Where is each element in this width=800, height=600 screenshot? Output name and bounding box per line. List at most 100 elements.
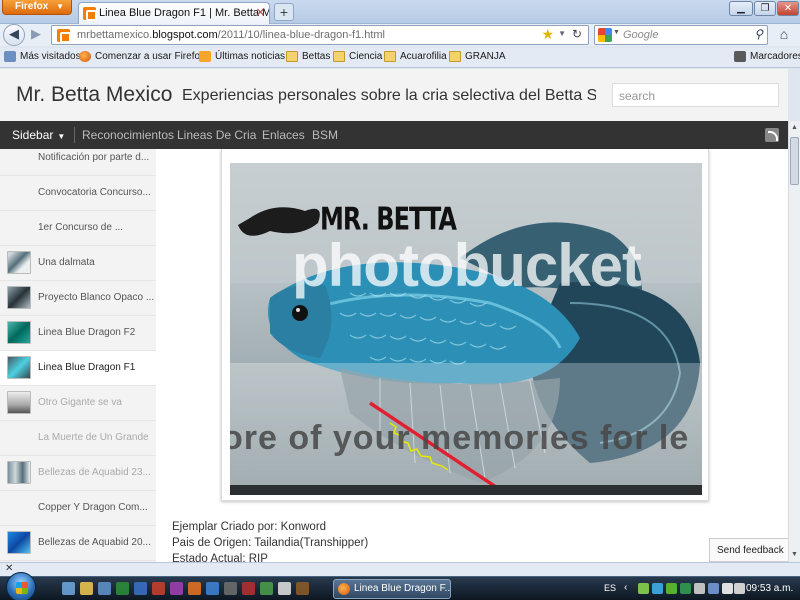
onenote-icon[interactable] — [170, 582, 183, 595]
betta-fish-photo[interactable]: MR. BETTA photobucket ore of your memori… — [230, 163, 702, 495]
sidebar-toggle-button[interactable]: Sidebar ▼ — [12, 128, 65, 142]
list-item[interactable]: Una dalmata — [0, 246, 156, 281]
security-icon[interactable] — [666, 583, 677, 594]
app-tray-icon[interactable] — [708, 583, 719, 594]
bookmarks-menu-icon — [734, 51, 746, 62]
start-button[interactable] — [6, 572, 36, 600]
browser-titlebar: Firefox ▼ Linea Blue Dragon F1 | Mr. Bet… — [0, 0, 800, 24]
bookmark-star-icon[interactable]: ★ — [541, 26, 554, 43]
bookmark-ciencia[interactable]: Ciencia — [333, 51, 382, 62]
back-button[interactable]: ◀ — [3, 24, 25, 46]
scroll-thumb[interactable] — [790, 137, 799, 185]
media-icon[interactable] — [98, 582, 111, 595]
language-indicator[interactable]: ES — [604, 583, 616, 593]
scroll-down-arrow-icon[interactable]: ▼ — [789, 548, 800, 562]
post-body-text: Ejemplar Criado por: Konword Pais de Ori… — [172, 519, 368, 562]
post-thumbnail — [7, 531, 31, 554]
bookmark-comenzar-firefox[interactable]: Comenzar a usar Firefox — [79, 51, 205, 62]
page-viewport: Mr. Betta Mexico Experiencias personales… — [0, 69, 788, 562]
search-magnifier-icon[interactable]: ⚲ — [754, 27, 763, 41]
list-item[interactable]: 1er Concurso de ... — [0, 211, 156, 246]
network-icon[interactable] — [638, 583, 649, 594]
volume-icon[interactable] — [734, 583, 745, 594]
folder-icon — [333, 51, 345, 62]
address-bar[interactable]: mrbettamexico.blogspot.com/2011/10/linea… — [51, 25, 589, 45]
excel-icon[interactable] — [116, 582, 129, 595]
close-icon[interactable]: ✕ — [5, 563, 13, 574]
connection-icon[interactable] — [722, 583, 733, 594]
antivirus-icon[interactable] — [652, 583, 663, 594]
folder-icon — [449, 51, 461, 62]
url-domain: blogspot.com — [152, 29, 218, 41]
reload-icon[interactable]: ↻ — [572, 27, 582, 41]
list-item[interactable]: La Muerte de Un Grande — [0, 421, 156, 456]
list-item[interactable]: Convocatoria Concurso... — [0, 176, 156, 211]
app-icon[interactable] — [296, 582, 309, 595]
send-feedback-button[interactable]: Send feedback — [709, 538, 789, 562]
nav-link-enlaces[interactable]: Enlaces — [262, 128, 305, 142]
rss-feed-icon[interactable] — [765, 128, 779, 142]
list-item[interactable]: Proyecto Blanco Opaco ... — [0, 281, 156, 316]
window-close-button[interactable]: ✕ — [777, 1, 799, 16]
window-minimize-button[interactable]: ▁ — [729, 1, 753, 16]
window-maximize-button[interactable]: ❐ — [754, 1, 776, 16]
list-item-selected[interactable]: Linea Blue Dragon F1 — [0, 351, 156, 386]
app-icon[interactable] — [224, 582, 237, 595]
nav-link-reconocimientos[interactable]: Reconocimientos — [82, 128, 174, 142]
google-engine-icon[interactable] — [598, 28, 612, 42]
bookmark-bettas[interactable]: Bettas — [286, 51, 330, 62]
bookmark-label: Más visitados — [20, 51, 81, 62]
explorer-icon[interactable] — [80, 582, 93, 595]
search-placeholder: Google — [623, 29, 659, 41]
forward-button[interactable]: ▶ — [26, 25, 46, 45]
nav-link-lineas-de-cria[interactable]: Lineas De Cria — [177, 128, 256, 142]
tab-close-icon[interactable]: ✕ — [256, 6, 265, 19]
nav-link-bsm[interactable]: BSM — [312, 128, 338, 142]
post-thumbnail — [7, 286, 31, 309]
powerpoint-icon[interactable] — [152, 582, 165, 595]
url-prefix: mrbettamexico. — [77, 29, 153, 41]
home-icon[interactable]: ⌂ — [773, 26, 795, 44]
page-scrollbar[interactable]: ▲ ▼ — [788, 121, 800, 562]
firefox-quicklaunch-icon[interactable] — [188, 582, 201, 595]
rss-icon — [199, 51, 211, 62]
bookmark-ultimas-noticias[interactable]: Últimas noticias — [199, 51, 285, 62]
word-icon[interactable] — [134, 582, 147, 595]
firefox-menu-button[interactable]: Firefox ▼ — [2, 0, 72, 15]
list-item[interactable]: Linea Blue Dragon F2 — [0, 316, 156, 351]
blog-title[interactable]: Mr. Betta Mexico — [16, 83, 172, 107]
list-item[interactable]: Otro Gigante se va — [0, 386, 156, 421]
tab-title: Linea Blue Dragon F1 | Mr. Betta Mexico — [99, 7, 269, 19]
list-item[interactable]: Bellezas de Aquabid 23... — [0, 456, 156, 491]
app-tray-icon[interactable] — [680, 583, 691, 594]
system-clock[interactable]: 09:53 a.m. — [746, 583, 793, 594]
sidebar-post-list: Notificación por parte d... Convocatoria… — [0, 149, 156, 562]
browser-search-input[interactable]: ▼ Google ⚲ — [594, 25, 768, 45]
show-desktop-icon[interactable] — [62, 582, 75, 595]
bookmarks-menu-button[interactable]: Marcadores — [734, 51, 800, 62]
app-tray-icon[interactable] — [694, 583, 705, 594]
bookmark-mas-visitados[interactable]: Más visitados — [4, 51, 81, 62]
bookmark-granja[interactable]: GRANJA — [449, 51, 506, 62]
bookmarks-menu-label: Marcadores — [750, 51, 800, 62]
folder-icon — [286, 51, 298, 62]
ie-icon[interactable] — [206, 582, 219, 595]
engine-dropdown-icon[interactable]: ▼ — [613, 29, 620, 36]
list-item[interactable]: Bellezas de Aquabid 20... — [0, 526, 156, 561]
post-title: Copper Y Dragon Com... — [38, 502, 148, 513]
url-history-dropdown-icon[interactable]: ▼ — [558, 29, 566, 38]
list-item[interactable]: Notificación por parte d... — [0, 149, 156, 176]
scroll-up-arrow-icon[interactable]: ▲ — [789, 121, 800, 135]
tray-expand-icon[interactable]: ‹ — [624, 582, 627, 593]
taskbar-firefox-window[interactable]: Linea Blue Dragon F... — [333, 579, 451, 599]
tab-active[interactable]: Linea Blue Dragon F1 | Mr. Betta Mexico … — [78, 2, 270, 24]
new-tab-button[interactable]: + — [274, 3, 294, 21]
app-icon[interactable] — [278, 582, 291, 595]
post-title: Bellezas de Aquabid 23... — [38, 467, 151, 478]
acrobat-icon[interactable] — [242, 582, 255, 595]
blog-search-input[interactable]: search — [612, 83, 779, 107]
app-icon[interactable] — [260, 582, 273, 595]
bookmark-acuarofilia[interactable]: Acuarofilia — [384, 51, 447, 62]
list-item[interactable]: Copper Y Dragon Com... — [0, 491, 156, 526]
site-favicon-icon — [57, 29, 71, 43]
